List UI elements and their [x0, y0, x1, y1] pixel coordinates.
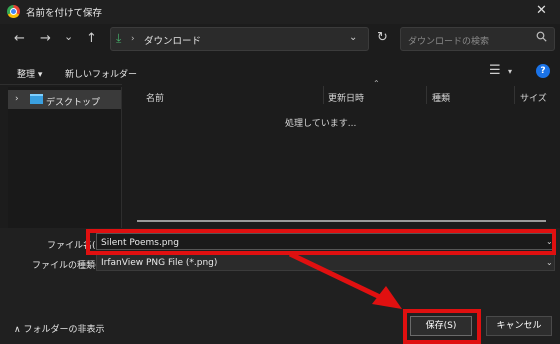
sidebar-item-label: デスクトップ	[46, 98, 101, 108]
forward-icon[interactable]: →	[40, 31, 51, 47]
hide-folders-label: フォルダーの非表示	[23, 325, 105, 335]
annotation-highlight-filename	[86, 229, 556, 255]
chevron-right-icon[interactable]: ›	[15, 94, 19, 104]
recent-chevron-icon[interactable]: ⌄	[64, 29, 73, 45]
view-options-icon[interactable]: ☰	[489, 63, 501, 78]
filetype-value: IrfanView PNG File (*.png)	[101, 258, 218, 268]
horizontal-scrollbar[interactable]	[137, 220, 546, 222]
help-icon[interactable]: ?	[536, 64, 550, 78]
chevron-down-icon[interactable]: ▾	[508, 67, 512, 76]
column-header-size[interactable]: サイズ	[520, 91, 547, 104]
download-icon: ⤓	[116, 31, 122, 45]
column-separator[interactable]	[514, 86, 515, 104]
search-placeholder: ダウンロードの検索	[408, 37, 490, 47]
status-text: 処理しています...	[285, 119, 357, 129]
annotation-highlight-save	[403, 309, 481, 344]
chrome-icon	[7, 5, 20, 18]
close-icon[interactable]: ✕	[536, 3, 547, 18]
column-separator[interactable]	[323, 86, 324, 104]
chevron-down-icon[interactable]: ⌄	[349, 32, 357, 43]
hide-folders-toggle[interactable]: ∧ フォルダーの非表示	[14, 322, 104, 335]
search-icon[interactable]	[536, 31, 547, 45]
file-list[interactable]	[122, 84, 560, 228]
window-title: 名前を付けて保存	[26, 8, 103, 19]
organize-menu[interactable]: 整理 ▾	[17, 67, 42, 80]
breadcrumb-separator: ›	[131, 34, 135, 44]
new-folder-button[interactable]: 新しいフォルダー	[65, 67, 137, 80]
column-header-type[interactable]: 種類	[432, 91, 450, 104]
breadcrumb[interactable]: ダウンロード	[144, 33, 201, 47]
cancel-button[interactable]: キャンセル	[486, 316, 552, 336]
desktop-icon	[30, 94, 43, 104]
chevron-down-icon[interactable]: ⌄	[546, 258, 553, 267]
column-header-name[interactable]: 名前	[146, 91, 164, 104]
sort-indicator-icon: ⌃	[373, 79, 380, 88]
back-icon[interactable]: ←	[14, 31, 25, 47]
column-separator[interactable]	[426, 86, 427, 104]
column-header-modified[interactable]: 更新日時	[328, 91, 364, 104]
up-icon[interactable]: ↑	[86, 31, 97, 47]
refresh-icon[interactable]: ↻	[377, 30, 388, 45]
